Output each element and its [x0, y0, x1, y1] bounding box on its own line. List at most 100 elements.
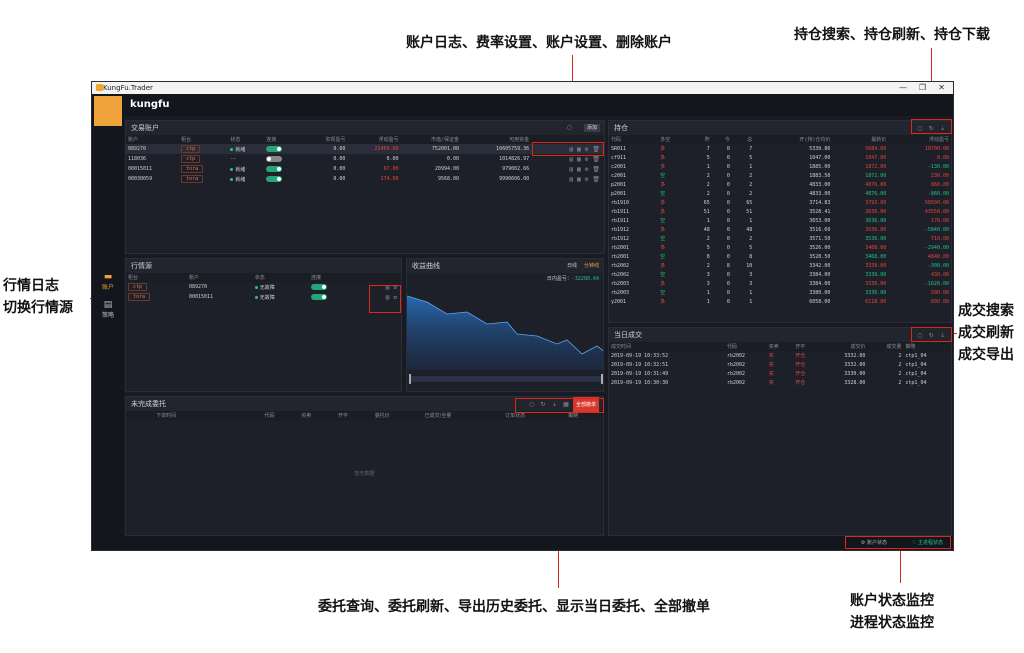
log-icon[interactable]: ▤	[570, 156, 574, 163]
table-cell: 51	[746, 208, 753, 215]
pnl-label: 日内盈亏：	[546, 276, 572, 282]
table-cell: 无故障	[253, 292, 309, 302]
sidebar-item-strategy[interactable]: ▤ 策略	[92, 300, 124, 319]
table-row[interactable]: SR011 多 7 0 7 5330.86 5684.00 18700.00	[609, 144, 951, 153]
table-row[interactable]: ctp 089270 无故障 ▤ ⇄	[126, 282, 401, 292]
minimize-icon[interactable]: —	[899, 82, 907, 94]
table-cell: cf911	[611, 154, 627, 161]
connection-toggle[interactable]	[266, 175, 283, 182]
table-row[interactable]: rb2001 空 8 0 8 3528.50 3468.00 4840.00	[609, 252, 951, 261]
table-row[interactable]: rb2003 空 1 0 1 3380.00 3330.00 500.00	[609, 288, 951, 297]
table-row[interactable]: tora 00015011 无故障 ▤ ⇄	[126, 292, 401, 302]
table-cell: 1	[706, 217, 710, 224]
status-text: 就绪	[235, 166, 246, 173]
table-row[interactable]: 00030059 tora 就绪 0.00 174.00 9568.00 9990606.0…	[126, 174, 604, 184]
table-row[interactable]: p2001 多 2 0 2 4833.00 4876.00 860.00	[609, 180, 951, 189]
status-text: 无故障	[259, 294, 275, 301]
table-row[interactable]: rb1911 多 51 0 51 3528.41 3636.00 43550.00	[609, 207, 951, 216]
table-cell: --	[228, 154, 264, 164]
table-row[interactable]: 2019-09-19 10:31:49 rb2002 买 开仓 3330.00 2 ctp1…	[609, 369, 951, 378]
log-icon[interactable]: ▤	[570, 176, 574, 183]
trade-ops-highlight	[911, 327, 952, 342]
table-cell: 10605759.36	[496, 146, 530, 152]
table-row[interactable]: 2019-09-19 10:30:30 rb2002 买 开仓 3328.00 2 ctp1…	[609, 378, 951, 387]
annotation-trade-ops-1: 成交搜索	[958, 303, 1014, 319]
slider-handle-left	[409, 374, 411, 384]
table-row[interactable]: c2001 空 2 0 2 1883.50 1872.00 230.00	[609, 171, 951, 180]
table-row[interactable]: rb1910 多 65 0 65 3714.83 3793.00 50500.00	[609, 198, 951, 207]
account-status[interactable]: ⚙ 账户状态	[861, 539, 887, 546]
table-row[interactable]: rb2002 多 2 8 10 3342.00 3339.00 -300.00	[609, 261, 951, 270]
delete-icon[interactable]: 🗑	[592, 166, 600, 173]
table-row[interactable]: p2001 空 2 0 2 4833.00 4876.00 -860.00	[609, 189, 951, 198]
fee-icon[interactable]: ▦	[577, 156, 581, 163]
table-cell: y2001	[611, 298, 627, 305]
table-cell: 0	[726, 244, 730, 251]
table-cell: 0	[726, 217, 730, 224]
connection-toggle[interactable]	[266, 155, 283, 162]
table-cell: 2019-09-19 10:31:49	[611, 370, 669, 377]
table-row[interactable]: cf911 多 5 0 5 1047.00 1047.00 0.00	[609, 153, 951, 162]
connection-toggle[interactable]	[266, 145, 283, 152]
sidebar-item-account[interactable]: ▬ 账户	[92, 272, 124, 291]
table-cell: 买	[768, 371, 774, 377]
process-status[interactable]: ♡ 主进程状态	[912, 539, 943, 546]
table-cell: 51	[703, 208, 710, 215]
source-tag: ctp	[181, 145, 201, 153]
table-row[interactable]: rb1911 空 1 0 1 3653.00 3636.00 170.00	[609, 216, 951, 225]
table-row[interactable]: 2019-09-19 10:33:52 rb2002 买 开仓 3332.00 2 ctp1…	[609, 351, 951, 360]
table-cell: 10	[746, 262, 753, 269]
settings-icon[interactable]: ⚙	[585, 156, 589, 163]
table-cell: 1	[706, 298, 710, 305]
table-cell: rb2003	[611, 280, 630, 287]
log-icon[interactable]: ▤	[570, 166, 574, 173]
table-row[interactable]: 00015011 tora 就绪 0.00 67.00 20994.00 979002.66…	[126, 164, 604, 174]
close-icon[interactable]: ✕	[938, 82, 945, 94]
fee-icon[interactable]: ▦	[577, 176, 581, 183]
delete-icon[interactable]: 🗑	[592, 156, 600, 163]
pnl-panel: 收益曲线 日线 分钟线 日内盈亏：-32280.64	[406, 258, 604, 392]
table-cell: 开仓	[795, 353, 806, 359]
table-row[interactable]: 2019-09-19 10:32:51 rb2002 买 开仓 3332.00 2 ctp1…	[609, 360, 951, 369]
table-cell: 0	[726, 289, 730, 296]
table-cell: 3	[749, 271, 753, 278]
add-account-button[interactable]: 添加	[583, 124, 600, 132]
table-row[interactable]: rb2003 多 3 0 3 3384.00 3330.00 -1620.00	[609, 279, 951, 288]
connection-toggle[interactable]	[311, 293, 328, 300]
table-cell: 空	[660, 173, 666, 179]
table-cell: tora	[179, 164, 228, 174]
table-cell: 089270	[189, 284, 208, 290]
delete-icon[interactable]: 🗑	[592, 176, 600, 183]
connection-toggle[interactable]	[311, 283, 328, 290]
table-cell: 0	[726, 280, 730, 287]
table-row[interactable]: c2001 多 1 0 1 1885.00 1872.00 -130.00	[609, 162, 951, 171]
table-cell: 430.00	[930, 271, 949, 278]
table-cell: 2019-09-19 10:32:51	[611, 361, 669, 368]
table-cell: 1	[749, 217, 753, 224]
restore-icon[interactable]: ❐	[919, 82, 926, 94]
tab-minute[interactable]: 分钟线	[584, 259, 599, 273]
table-cell: rb2002	[726, 352, 746, 359]
settings-icon[interactable]: ⚙	[585, 176, 589, 183]
table-cell: rb1910	[611, 199, 630, 206]
table-cell: 0.00	[386, 156, 399, 162]
fee-icon[interactable]: ▦	[577, 166, 581, 173]
table-cell: 3536.00	[865, 235, 887, 242]
table-cell: 3	[706, 271, 710, 278]
connection-toggle[interactable]	[266, 165, 283, 172]
table-row[interactable]: rb1912 多 48 0 48 3516.60 3536.00 -5840.00	[609, 225, 951, 234]
slider-handle-right	[601, 374, 603, 384]
search-icon[interactable]: ○	[567, 121, 572, 135]
table-cell: 20994.00	[434, 166, 460, 172]
table-row[interactable]: y2001 多 1 0 1 6058.00 6118.00 600.00	[609, 297, 951, 306]
table-cell: 0.00	[333, 166, 346, 172]
title-bar: KungFu.Trader — ❐ ✕	[92, 82, 953, 94]
tab-day[interactable]: 日线	[567, 259, 577, 273]
table-cell: SR011	[611, 145, 627, 152]
table-cell: 3339.00	[865, 262, 887, 269]
table-row[interactable]: rb1912 空 2 0 2 3571.50 3536.00 710.00	[609, 234, 951, 243]
table-row[interactable]: rb2002 空 3 0 3 3384.00 3339.00 430.00	[609, 270, 951, 279]
settings-icon[interactable]: ⚙	[585, 166, 589, 173]
table-row[interactable]: rb2001 多 5 0 5 3526.00 3468.00 -2940.00	[609, 243, 951, 252]
table-cell: 860.00	[930, 181, 949, 188]
